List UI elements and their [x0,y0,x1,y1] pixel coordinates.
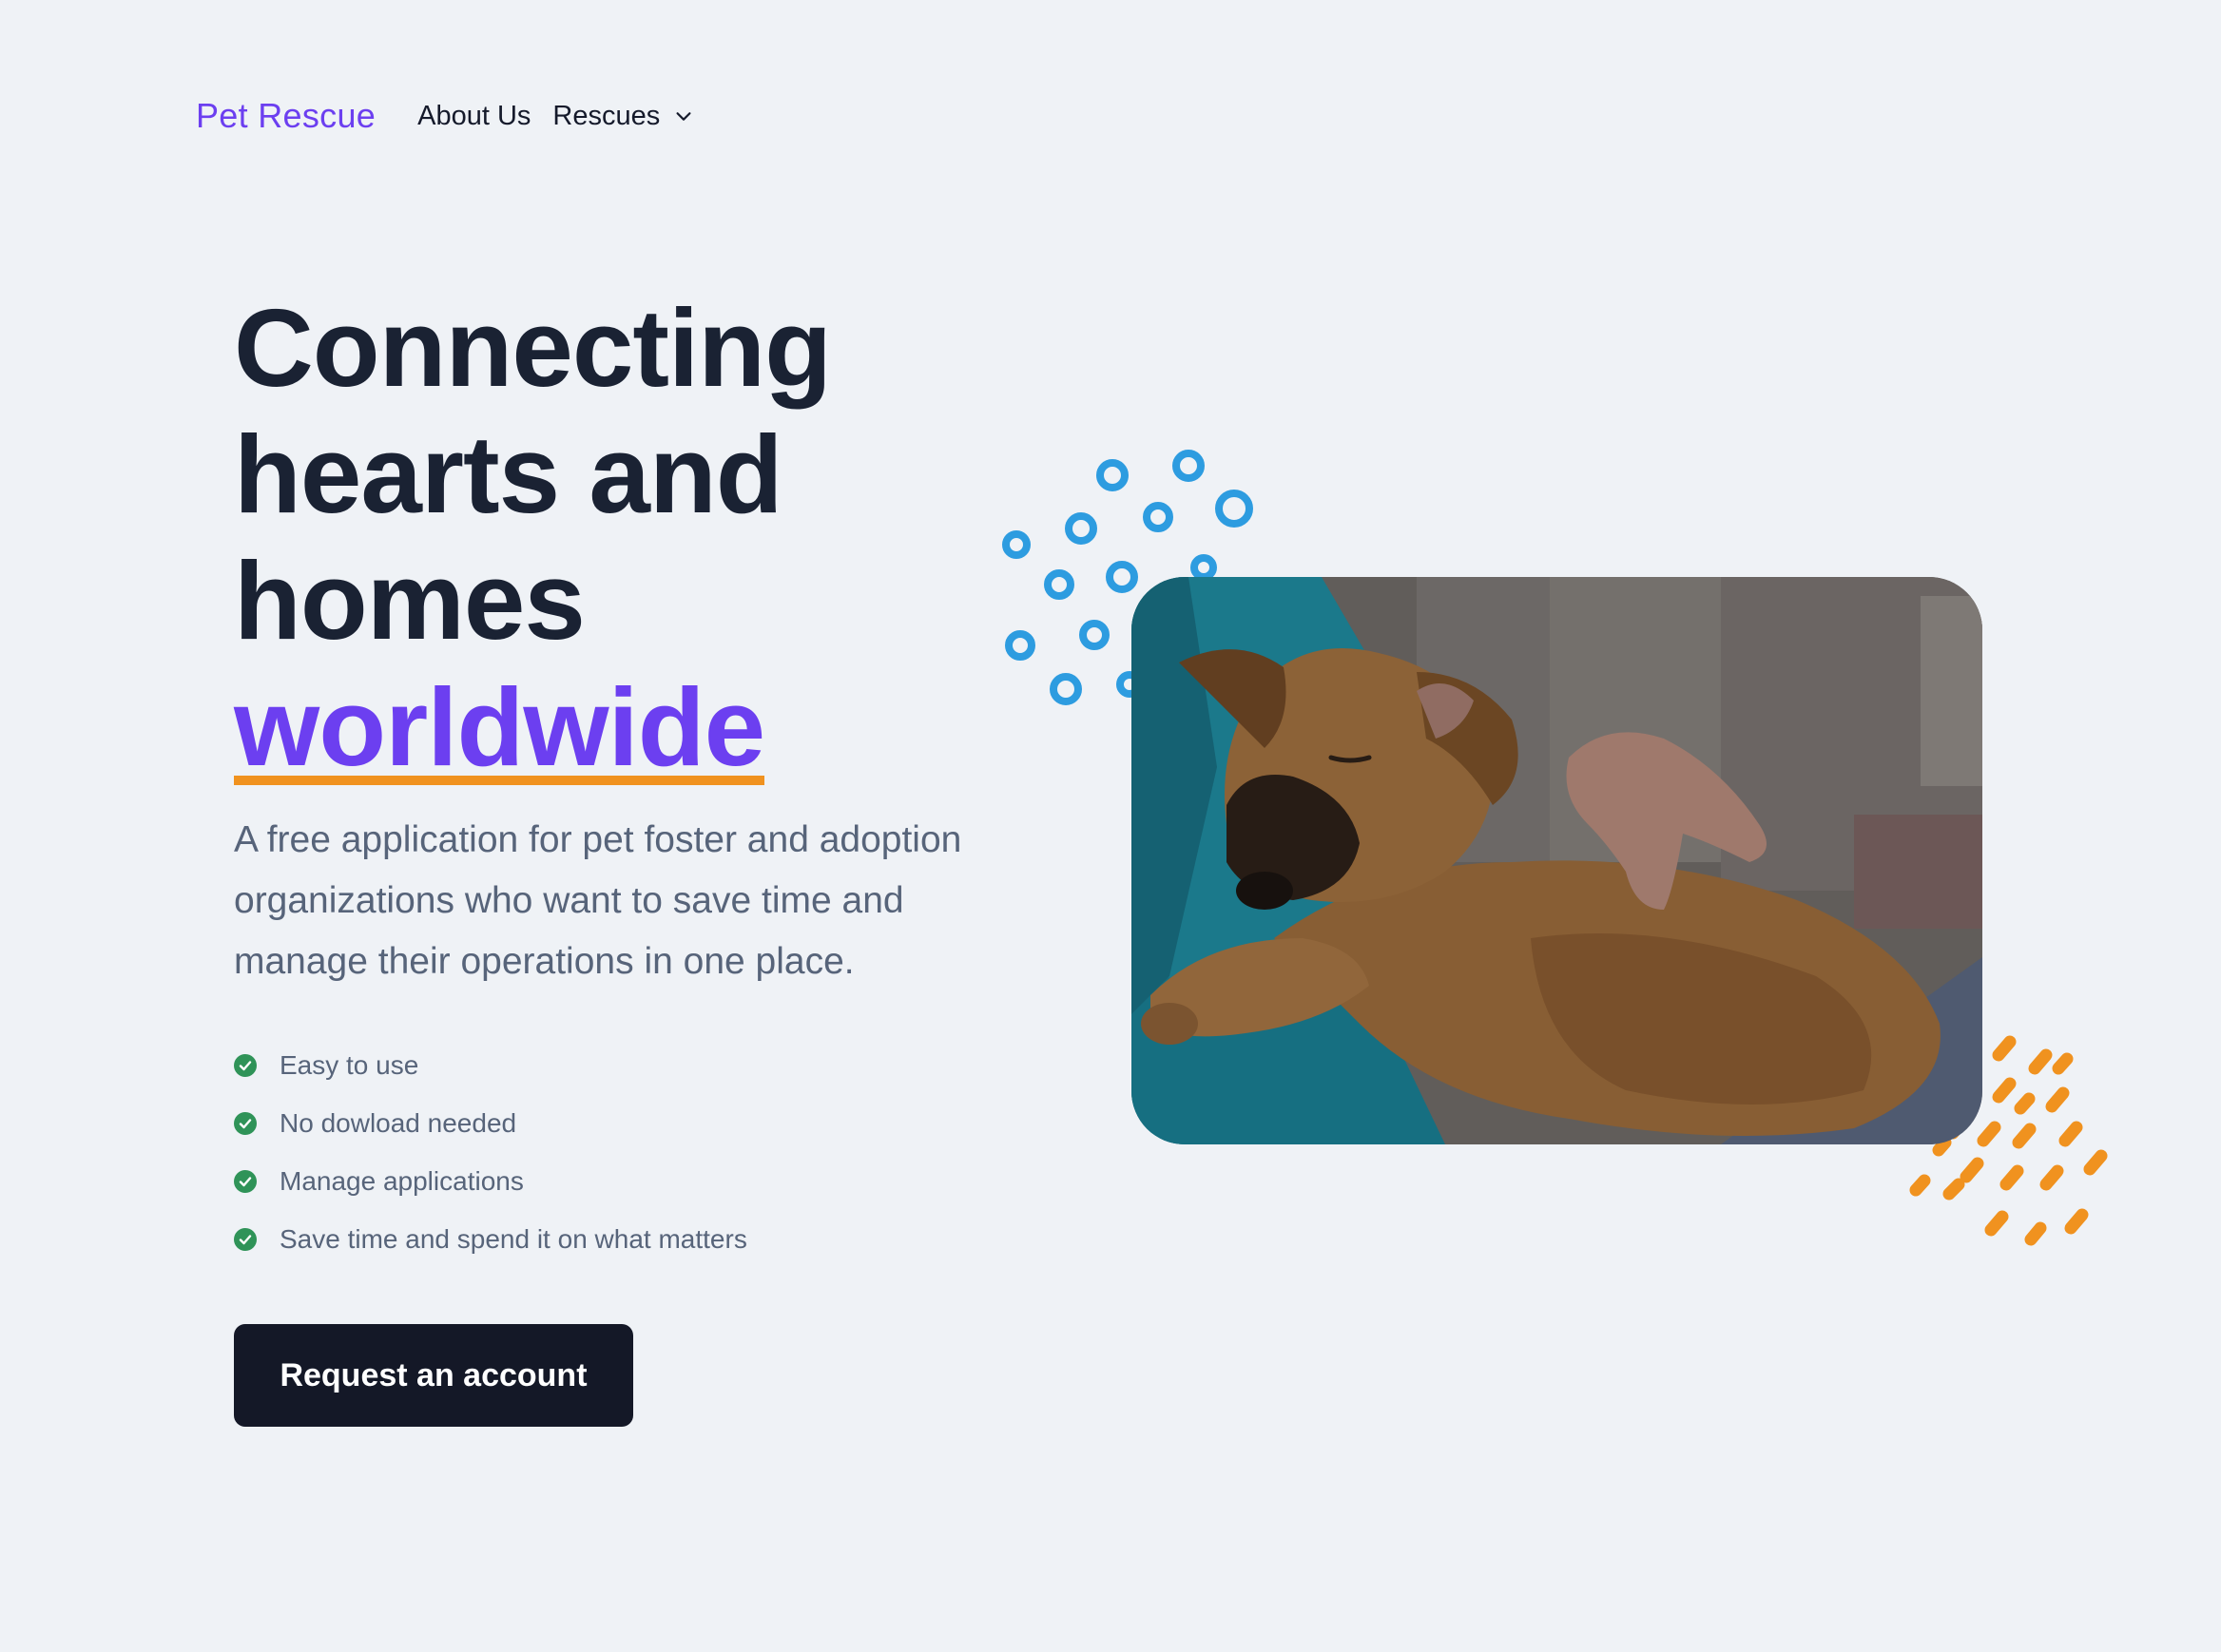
nav-dropdown-rescues[interactable]: Rescues [552,101,694,132]
hero-description: A free application for pet foster and ad… [234,819,962,982]
feature-item: No dowload needed [234,1094,1071,1152]
check-circle-icon [234,1111,257,1135]
check-circle-icon [234,1053,257,1077]
feature-list: Easy to use No dowload needed Manage app… [234,1036,1071,1268]
request-account-button[interactable]: Request an account [234,1324,633,1427]
headline-accent-word: worldwide [234,665,765,789]
feature-text: Save time and spend it on what matters [280,1223,747,1254]
nav-link-about-us[interactable]: About Us [417,101,531,132]
headline-line: Connecting [234,286,832,410]
hero-section: Connecting hearts and homes worldwide A … [234,285,1071,1268]
feature-item: Save time and spend it on what matters [234,1210,1071,1268]
feature-text: Easy to use [280,1049,419,1080]
headline-line: hearts and [234,413,783,536]
nav-dropdown-rescues-label: Rescues [552,100,661,131]
hero-headline: Connecting hearts and homes worldwide [234,285,1071,791]
feature-text: Manage applications [280,1165,524,1196]
check-circle-icon [234,1227,257,1251]
sleeping-puppy-photo [1131,577,1982,1144]
top-navigation: Pet Rescue About Us Rescues [196,93,694,139]
feature-item: Manage applications [234,1152,1071,1210]
check-circle-icon [234,1169,257,1193]
hero-photo [1131,577,1982,1144]
feature-text: No dowload needed [280,1107,517,1138]
headline-line: homes [234,539,586,663]
brand-logo-link[interactable]: Pet Rescue [196,96,376,136]
feature-item: Easy to use [234,1036,1071,1094]
chevron-down-icon [676,112,691,121]
